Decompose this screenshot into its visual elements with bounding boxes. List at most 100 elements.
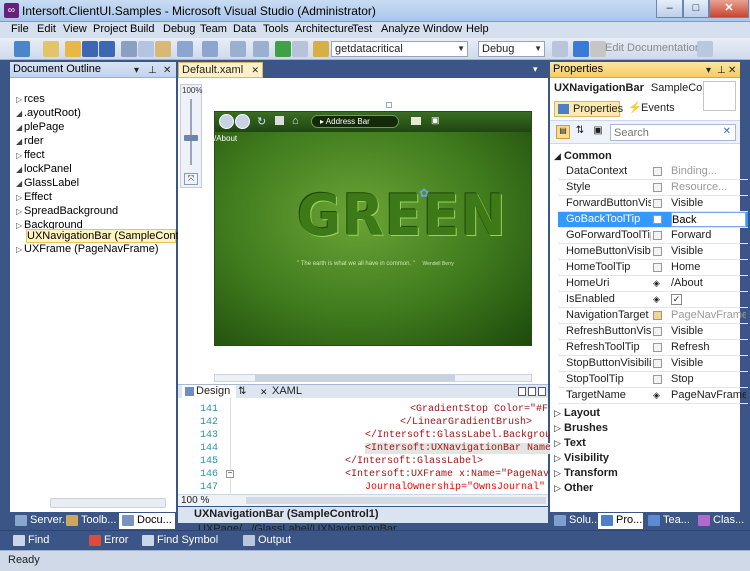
tab-find-symbol-results[interactable]: Find Symbol Results (139, 533, 239, 561)
add-item-icon[interactable] (43, 41, 59, 57)
property-marker-icon[interactable] (653, 327, 662, 336)
solution-platform-icon[interactable] (552, 41, 568, 57)
category-text[interactable]: Text (564, 437, 586, 449)
property-row[interactable]: RefreshButtonVisi...Visible (558, 324, 748, 340)
collapse-category-icon[interactable]: ◢ (554, 151, 561, 162)
outline-item[interactable]: ◢ GlassLabel (16, 177, 79, 189)
property-row[interactable]: TargetName ◈ PageNavFrame (558, 388, 748, 404)
resource-icon[interactable]: ◈ (653, 292, 662, 304)
property-marker-icon[interactable] (653, 359, 662, 368)
menu-tools[interactable]: Tools (263, 23, 289, 35)
category-other[interactable]: Other (564, 482, 593, 494)
stop-icon[interactable] (275, 116, 284, 125)
go-back-button[interactable] (219, 114, 234, 129)
tab-team-explorer[interactable]: Tea... (645, 513, 693, 529)
outline-item[interactable]: ◢ .ayoutRoot) (16, 107, 81, 119)
outline-item[interactable]: ◢ lockPanel (16, 163, 72, 175)
design-tab[interactable]: Design (182, 385, 237, 399)
go-forward-button[interactable] (235, 114, 250, 129)
property-marker-icon[interactable] (653, 199, 662, 208)
horizontal-scrollbar[interactable] (50, 498, 166, 508)
menu-project[interactable]: Project (93, 23, 127, 35)
tab-output[interactable]: Output (240, 533, 291, 549)
property-row[interactable]: HomeUri ◈/About (558, 276, 748, 292)
outline-item[interactable]: ▷ rces (16, 93, 45, 105)
editor-tab-default-xaml[interactable]: Default.xaml ✕ (178, 62, 263, 78)
property-row[interactable]: IsEnabled ◈ ✓ (558, 292, 748, 308)
undo-icon[interactable] (177, 41, 193, 57)
tab-error-list[interactable]: Error List (86, 533, 138, 561)
tab-document-outline[interactable]: Docu... (119, 513, 175, 529)
breadcrumb-current[interactable]: UXNavigationBar (SampleControl1) (194, 508, 379, 520)
property-marker-icon[interactable] (653, 247, 662, 256)
navigate-backward-icon[interactable] (230, 41, 246, 57)
vertical-split-icon[interactable] (518, 387, 526, 396)
property-row[interactable]: GoForwardToolTip Forward (558, 228, 748, 244)
expand-category-icon[interactable]: ▷ (554, 468, 561, 479)
save-icon[interactable] (82, 41, 98, 57)
category-visibility[interactable]: Visibility (564, 452, 609, 464)
dropdown-icon[interactable]: ▾ (134, 63, 139, 78)
toolbar-option-icon[interactable] (697, 41, 713, 57)
paste-icon[interactable] (155, 41, 171, 57)
close-icon[interactable]: ✕ (163, 63, 171, 78)
property-row[interactable]: HomeButtonVisibi...Visible (558, 244, 748, 260)
open-file-icon[interactable] (65, 41, 81, 57)
mail-icon[interactable] (411, 117, 421, 125)
cut-icon[interactable] (121, 41, 137, 57)
property-search[interactable]: ✕ (610, 124, 736, 141)
dropdown-icon[interactable]: ▾ (706, 63, 711, 78)
collapse-pane-icon[interactable] (538, 387, 546, 396)
editor-dropdown-icon[interactable]: ▾ (533, 64, 538, 75)
property-row-selected[interactable]: GoBackToolTip Back (558, 212, 748, 228)
property-row[interactable]: StopButtonVisibility Visible (558, 356, 748, 372)
sort-alphabetical-icon[interactable]: ⇅ (573, 125, 587, 139)
tab-find-results-2[interactable]: Find Results 2 (10, 533, 85, 561)
property-row[interactable]: RefreshToolTip Refresh (558, 340, 748, 356)
tab-class-view[interactable]: Clas... (695, 513, 745, 529)
resource-icon[interactable]: ◈ (653, 388, 662, 400)
find-combo[interactable]: getdatacritical ▼ (331, 41, 468, 57)
filter-icon[interactable]: ▣ (591, 125, 605, 139)
close-icon[interactable]: ✕ (251, 63, 259, 77)
property-marker-icon[interactable] (653, 343, 662, 352)
collapse-region-icon[interactable]: − (226, 470, 234, 478)
is-enabled-checkbox[interactable]: ✓ (671, 292, 746, 307)
expand-category-icon[interactable]: ▷ (554, 438, 561, 449)
fit-to-window-icon[interactable]: ⤧ (184, 173, 198, 185)
tab-properties[interactable]: Properties (554, 101, 623, 117)
home-icon[interactable]: ⌂ (292, 115, 299, 127)
property-marker-icon[interactable] (653, 215, 662, 224)
expand-category-icon[interactable]: ▷ (554, 423, 561, 434)
preview-option-icon[interactable]: ▣ (431, 115, 440, 126)
property-marker-icon[interactable] (653, 231, 662, 240)
tab-properties-window[interactable]: Pro... (598, 513, 643, 529)
menu-analyze[interactable]: Analyze (381, 23, 420, 35)
property-row[interactable]: ForwardButtonVisi...Visible (558, 196, 748, 212)
maximize-button[interactable]: □ (683, 0, 709, 18)
tab-toolbox[interactable]: Toolb... (63, 513, 117, 529)
menu-window[interactable]: Window (423, 23, 462, 35)
close-button[interactable]: ✕ (709, 0, 749, 18)
outline-item[interactable]: ▷ ffect (16, 149, 45, 161)
start-debugging-icon[interactable] (275, 41, 291, 57)
menu-edit[interactable]: Edit (37, 23, 56, 35)
expand-category-icon[interactable]: ▷ (554, 408, 561, 419)
horizontal-split-icon[interactable] (528, 387, 536, 396)
xaml-code-editor[interactable]: 141 <GradientStop Color="#F 142 </LinearGr… (178, 398, 555, 494)
menu-architecture[interactable]: Architecture (295, 23, 354, 35)
outline-item[interactable]: ◢ rder (16, 135, 44, 147)
resource-icon[interactable]: ◈ (653, 276, 662, 288)
edit-documentation-button[interactable]: Edit Documentation (605, 42, 701, 54)
outline-item-selected[interactable]: UXNavigationBar (SampleControl1) (26, 229, 201, 243)
save-all-icon[interactable] (99, 41, 115, 57)
edit-documentation-icon[interactable] (590, 41, 606, 57)
expand-category-icon[interactable]: ▷ (554, 483, 561, 494)
category-layout[interactable]: Layout (564, 407, 600, 419)
menu-build[interactable]: Build (130, 23, 154, 35)
menu-test[interactable]: Test (352, 23, 372, 35)
property-marker-icon[interactable] (653, 311, 662, 320)
minimize-button[interactable]: – (656, 0, 683, 18)
outline-item[interactable]: ▷ Effect (16, 191, 52, 203)
scroll-thumb[interactable] (255, 375, 455, 381)
